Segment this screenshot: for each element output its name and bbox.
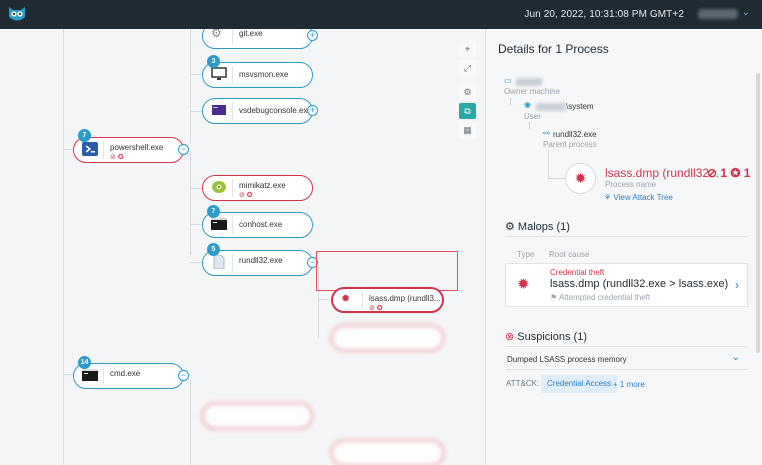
- shield-icon: ⚑: [550, 293, 559, 302]
- user-value: \system: [536, 102, 594, 111]
- powershell-icon: [82, 142, 98, 156]
- malop-flags: ⊘ ✪: [110, 154, 124, 161]
- top-bar: Jun 20, 2022, 10:31:08 PM GMT+2 ⌄: [0, 0, 762, 29]
- user-label: User: [524, 112, 541, 121]
- chevron-down-icon[interactable]: ⌄: [742, 7, 750, 18]
- blurred-process-node[interactable]: [202, 403, 313, 429]
- attck-tag-credential-access[interactable]: Credential Access: [541, 375, 618, 393]
- user-menu[interactable]: [698, 9, 738, 19]
- process-label: git.exe: [239, 29, 263, 38]
- owner-machine-value: [516, 77, 542, 86]
- child-count-badge: 7: [207, 205, 220, 218]
- expand-toggle[interactable]: +: [307, 105, 318, 116]
- process-name-label: Process name: [605, 180, 657, 189]
- process-node-cmd[interactable]: cmd.exe −: [73, 363, 189, 389]
- timestamp: Jun 20, 2022, 10:31:08 PM GMT+2: [524, 9, 684, 20]
- expand-toggle[interactable]: +: [307, 30, 318, 41]
- process-label: vsdebugconsole.exe: [239, 106, 312, 115]
- chevron-down-icon[interactable]: ⌄: [732, 352, 740, 363]
- settings-icon[interactable]: ⚙: [459, 84, 476, 100]
- malop-root-cause: lsass.dmp (rundll32.exe > lsass.exe): [550, 278, 729, 290]
- process-tree-canvas[interactable]: ⚙ git.exe + msvsmon.exe 3 vsdebugconsole…: [0, 29, 484, 465]
- malop-type: Credential theft: [550, 268, 605, 277]
- process-node-lsass-dmp[interactable]: ✹ lsass.dmp (rundll3... ⊘ ✪: [331, 287, 444, 313]
- parent-process-label: Parent process: [543, 140, 597, 149]
- process-flag-counts: ⊘ 1 ✪ 1: [707, 166, 751, 180]
- grid-icon[interactable]: ▦: [459, 122, 476, 138]
- view-attack-tree-link[interactable]: ⚘ View Attack Tree: [604, 193, 673, 202]
- file-icon: [211, 254, 227, 270]
- attck-label: ATT&CK:: [506, 379, 540, 388]
- owner-machine-label: Owner machine: [504, 87, 561, 96]
- child-count-badge: 5: [207, 243, 220, 256]
- process-node-vsdebugconsole[interactable]: vsdebugconsole.exe +: [202, 98, 318, 124]
- parent-process-value[interactable]: rundll32.exe: [553, 130, 597, 139]
- malicious-gears-icon: ✹: [341, 293, 351, 305]
- malicious-gears-icon: ✹: [517, 276, 530, 293]
- console-icon: [211, 103, 227, 117]
- process-label: cmd.exe: [110, 369, 141, 378]
- malicious-gears-icon: ✹: [565, 163, 596, 194]
- owl-logo-icon[interactable]: [7, 5, 27, 23]
- collapse-toggle[interactable]: −: [178, 144, 189, 155]
- root-cause-column-header: Root cause: [549, 250, 590, 259]
- bug-icon: ⚙: [505, 221, 518, 233]
- blurred-process-node[interactable]: [331, 325, 444, 351]
- alert-icon: ⊗: [505, 331, 518, 343]
- malop-subtitle: ⚑ Attempted credential theft: [550, 293, 651, 302]
- process-label: lsass.dmp (rundll3...: [369, 294, 441, 303]
- process-label: mimikatz.exe: [239, 181, 286, 190]
- malops-title: ⚙ Malops (1): [505, 221, 570, 233]
- chevron-right-icon[interactable]: ›: [735, 278, 739, 292]
- process-label: conhost.exe: [239, 220, 283, 229]
- suspicion-row[interactable]: Dumped LSASS process memory ⌄: [505, 349, 748, 367]
- terminal-icon: [82, 368, 98, 382]
- process-node-conhost[interactable]: conhost.exe: [202, 212, 313, 238]
- process-node-rundll32[interactable]: rundll32.exe −: [202, 250, 318, 276]
- process-name: lsass.dmp (rundll32...: [605, 166, 720, 180]
- process-node-git[interactable]: ⚙ git.exe +: [202, 29, 318, 49]
- process-label: powershell.exe: [110, 143, 164, 152]
- focus-icon[interactable]: ⌖: [459, 41, 476, 57]
- details-panel: Details for 1 Process ▭ Owner machine ◉ …: [485, 29, 762, 465]
- attck-more-link[interactable]: + 1 more: [613, 380, 645, 389]
- user-icon: ◉: [524, 100, 531, 109]
- terminal-icon: [211, 217, 227, 231]
- panel-scrollbar[interactable]: [756, 73, 760, 353]
- layers-icon[interactable]: ⧉: [459, 103, 476, 119]
- child-count-badge: 3: [207, 55, 220, 68]
- type-column-header: Type: [517, 250, 535, 259]
- malop-flags: ⊘ ✪: [369, 305, 383, 312]
- gear-icon: ⚙: [211, 29, 222, 40]
- process-label: rundll32.exe: [239, 256, 283, 265]
- malop-card[interactable]: ✹ Credential theft lsass.dmp (rundll32.e…: [505, 263, 748, 307]
- tree-icon: ⚘: [604, 193, 614, 202]
- child-count-badge: 14: [78, 356, 91, 369]
- process-node-mimikatz[interactable]: mimikatz.exe ⊘ ✪: [202, 175, 313, 201]
- child-count-badge: 7: [78, 129, 91, 142]
- process-node-powershell[interactable]: powershell.exe ⊘ ✪ −: [73, 137, 189, 163]
- blurred-process-node[interactable]: [331, 440, 444, 465]
- process-node-msvsmon[interactable]: msvsmon.exe: [202, 62, 313, 88]
- suspicion-label: Dumped LSASS process memory: [507, 355, 627, 364]
- process-label: msvsmon.exe: [239, 70, 289, 79]
- panel-title: Details for 1 Process: [498, 42, 609, 56]
- selection-highlight: [316, 251, 458, 291]
- suspicions-title: ⊗ Suspicions (1): [505, 331, 587, 343]
- link-icon: ⚯: [543, 129, 550, 138]
- collapse-toggle[interactable]: −: [178, 370, 189, 381]
- monitor-icon: [211, 67, 227, 81]
- kiwi-icon: [211, 180, 227, 194]
- expand-icon[interactable]: ⤢: [459, 60, 476, 76]
- malop-flags: ⊘ ✪: [239, 192, 253, 199]
- monitor-icon: ▭: [504, 76, 512, 85]
